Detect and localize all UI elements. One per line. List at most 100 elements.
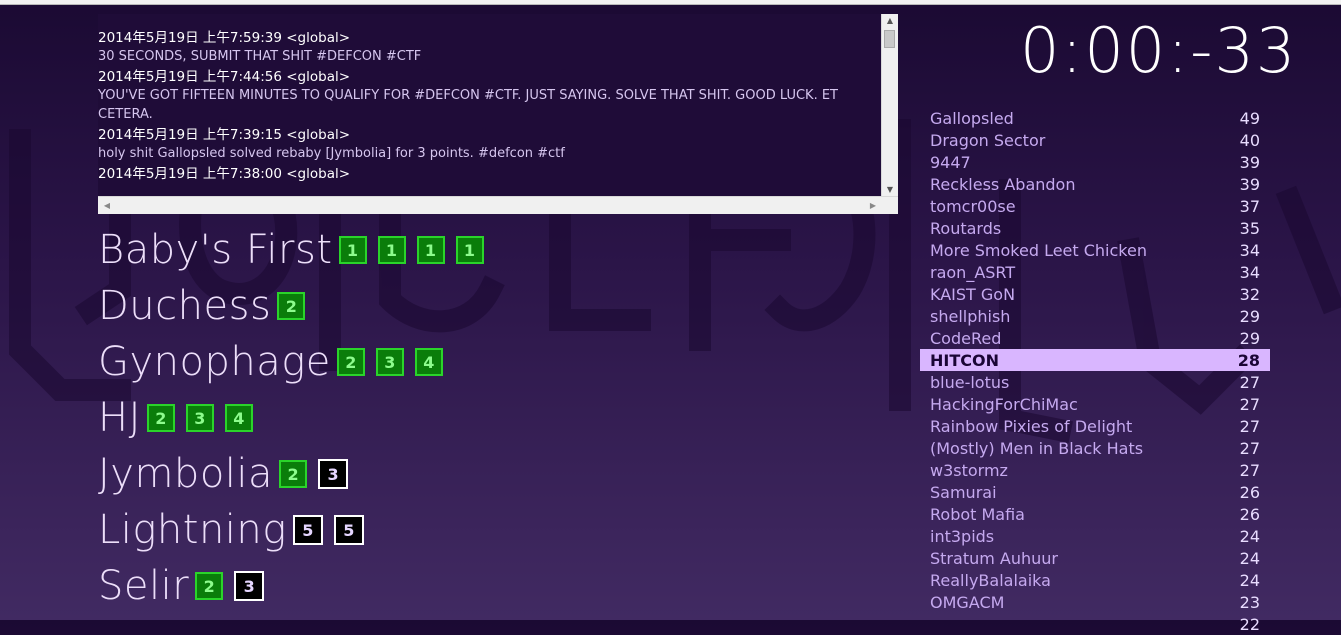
scoreboard-row: tomcr00se 37 [920,195,1270,217]
category-name: Lightning [98,507,287,553]
horizontal-scrollbar[interactable]: ◀ ▶ [98,196,898,214]
scoreboard-row: Stratum Auhuur 24 [920,547,1270,569]
scoreboard-row: HackingForChiMac 27 [920,393,1270,415]
team-score: 24 [1239,570,1260,590]
global-message-log[interactable]: 2014年5月19日 上午7:59:39 <global> 30 SECONDS,… [98,14,898,214]
team-name: Samurai [930,482,997,502]
solved-challenge-button[interactable]: 1 [416,236,445,264]
team-name: ReallyBalalaika [930,570,1051,590]
solved-challenge-button[interactable]: 2 [279,460,308,488]
category-name: Baby's First [98,227,333,273]
team-score: 24 [1239,548,1260,568]
solved-challenge-button[interactable]: 2 [146,404,175,432]
team-name: HITCON [930,350,999,370]
team-score: 35 [1239,218,1260,238]
log-message: 2014年5月19日 上午7:44:56 <global> YOU'VE GOT … [98,69,880,124]
team-name: HackingForChiMac [930,394,1078,414]
team-name: KAIST GoN [930,284,1016,304]
scoreboard-row: int3pids 24 [920,525,1270,547]
arrow-down-icon[interactable]: ▼ [882,183,898,197]
team-score: 27 [1239,416,1260,436]
scoreboard-row: shellphish 29 [920,305,1270,327]
team-score: 27 [1239,372,1260,392]
log-message-header: 2014年5月19日 上午7:39:15 <global> [98,127,351,143]
scroll-thumb[interactable] [884,30,895,48]
log-message: 2014年5月19日 上午7:39:15 <global> holy shit G… [98,127,880,163]
open-challenge-button[interactable]: 5 [292,515,323,545]
team-score: 49 [1239,108,1260,128]
team-name: Reckless Abandon [930,174,1076,194]
team-name: Dragon Sector [930,130,1046,150]
team-score: 40 [1239,130,1260,150]
open-challenge-button[interactable]: 3 [318,459,349,489]
arrow-right-icon[interactable]: ▶ [866,198,880,213]
open-challenge-button[interactable]: 5 [333,515,364,545]
log-message: 2014年5月19日 上午7:59:39 <global> 30 SECONDS,… [98,30,880,66]
scoreboard-row: raon_ASRT 34 [920,261,1270,283]
team-score: 26 [1239,482,1260,502]
scoreboard-row: OMGACM 23 [920,591,1270,613]
team-score: 29 [1239,306,1260,326]
team-score: 34 [1239,240,1260,260]
vertical-scrollbar[interactable]: ▲ ▼ [881,14,898,197]
log-message-body: YOU'VE GOT FIFTEEN MINUTES TO QUALIFY FO… [98,88,838,122]
log-message-body: 30 SECONDS, SUBMIT THAT SHIT #DEFCON #CT… [98,49,422,64]
scoreboard-row: Robot Mafia 26 [920,503,1270,525]
team-name: Stratum Auhuur [930,548,1058,568]
team-name: tomcr00se [930,196,1016,216]
team-score: 29 [1239,328,1260,348]
solved-challenge-button[interactable]: 2 [277,292,306,320]
solved-challenge-button[interactable]: 1 [377,236,406,264]
scoreboard-row-own-team: HITCON 28 [920,349,1270,371]
team-name: OMGACM [930,592,1005,612]
scoreboard-row: w3stormz 27 [920,459,1270,481]
solved-challenge-button[interactable]: 1 [455,236,484,264]
category-name: Jymbolia [98,451,274,497]
team-name: Robot Mafia [930,504,1025,524]
scoreboard-row: Samurai 26 [920,481,1270,503]
category-row: HJ 2 3 4 [98,390,495,446]
scoreboard-row: (Mostly) Men in Black Hats 27 [920,437,1270,459]
arrow-left-icon[interactable]: ◀ [100,198,114,213]
solved-challenge-button[interactable]: 4 [414,348,443,376]
arrow-up-icon[interactable]: ▲ [882,14,898,28]
solved-challenge-button[interactable]: 2 [336,348,365,376]
solved-challenge-button[interactable]: 3 [185,404,214,432]
category-name: HJ [98,395,141,441]
team-score: 28 [1237,350,1260,370]
scoreboard-row: CodeRed 29 [920,327,1270,349]
scoreboard-row: Rainbow Pixies of Delight 27 [920,415,1270,437]
team-name: blue-lotus [930,372,1010,392]
category-row: Lightning 5 5 [98,502,495,558]
log-message-header: 2014年5月19日 上午7:59:39 <global> [98,30,351,46]
category-name: Duchess [98,283,272,329]
team-name: Gallopsled [930,108,1014,128]
team-score: 27 [1239,460,1260,480]
scoreboard-row: 22 [920,613,1270,635]
team-name: 9447 [930,152,971,172]
solved-challenge-button[interactable]: 3 [375,348,404,376]
open-challenge-button[interactable]: 3 [234,571,265,601]
team-score: 26 [1239,504,1260,524]
scoreboard-row: Dragon Sector 40 [920,129,1270,151]
scoreboard-row: ReallyBalalaika 24 [920,569,1270,591]
solved-challenge-button[interactable]: 4 [224,404,253,432]
solved-challenge-button[interactable]: 2 [195,572,224,600]
log-message-body: holy shit Gallopsled solved rebaby [Jymb… [98,146,565,161]
category-row: Baby's First 1 1 1 1 [98,222,495,278]
category-name: Gynophage [98,339,331,385]
scoreboard-row: Gallopsled 49 [920,107,1270,129]
scoreboard: Gallopsled 49 Dragon Sector 40 9447 39 Reckles… [920,107,1270,635]
team-name: raon_ASRT [930,262,1016,282]
scoreboard-row: Reckless Abandon 39 [920,173,1270,195]
scoreboard-row: More Smoked Leet Chicken 34 [920,239,1270,261]
log-message-header: 2014年5月19日 上午7:44:56 <global> [98,69,351,85]
team-name: CodeRed [930,328,1002,348]
team-score: 27 [1239,394,1260,414]
team-name: shellphish [930,306,1011,326]
team-name: Rainbow Pixies of Delight [930,416,1133,436]
message-list: 2014年5月19日 上午7:59:39 <global> 30 SECONDS,… [98,30,880,210]
scoreboard-row: 9447 39 [920,151,1270,173]
solved-challenge-button[interactable]: 1 [338,236,367,264]
team-name: w3stormz [930,460,1008,480]
